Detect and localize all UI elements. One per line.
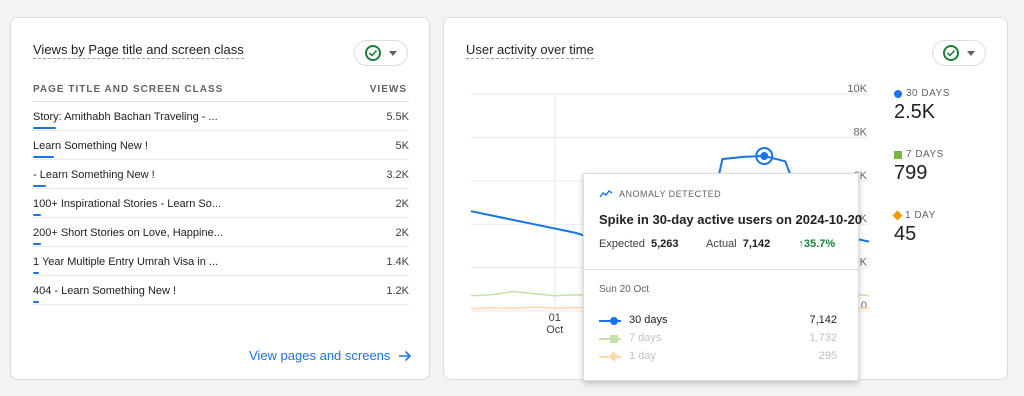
highlight-point[interactable]: [760, 152, 769, 161]
series-marker-icon: [599, 335, 621, 343]
row-views-value: 5K: [395, 140, 409, 152]
change-badge: ↑35.7%: [798, 238, 836, 250]
tooltip-series-name: 7 days: [629, 332, 662, 344]
column-header-page[interactable]: PAGE TITLE AND SCREEN CLASS: [33, 84, 223, 95]
sparkline-icon: [599, 190, 613, 198]
y-tick-label: 10K: [847, 83, 867, 95]
row-views-bar: [33, 185, 47, 187]
y-tick-label: 8K: [854, 126, 868, 138]
legend-7-days: 7 DAYS 799: [894, 149, 944, 185]
dot-icon: [894, 89, 902, 98]
legend-1-day-label: 1 DAY: [905, 210, 936, 221]
row-views-bar: [33, 301, 39, 303]
views-status-dropdown[interactable]: [354, 40, 408, 66]
anomaly-stats: Expected 5,263 Actual 7,142 ↑35.7%: [599, 238, 835, 250]
anomaly-header: ANOMALY DETECTED: [599, 189, 721, 199]
row-views-value: 1.4K: [386, 256, 409, 268]
series-marker-icon: [599, 317, 621, 325]
tooltip-series-value: 1,732: [809, 332, 837, 344]
table-row[interactable]: Learn Something New ! 5K: [33, 131, 409, 160]
row-views-value: 5.5K: [386, 111, 409, 123]
legend-30-days-value: 2.5K: [894, 101, 936, 123]
diamond-icon: [892, 210, 903, 221]
expected-value: 5,263: [651, 238, 679, 250]
x-tick-label: Oct: [546, 324, 563, 336]
row-views-value: 2K: [395, 198, 409, 210]
table-row[interactable]: Story: Amithabh Bachan Traveling - ... 5.…: [33, 102, 409, 131]
row-views-bar: [33, 214, 42, 216]
legend-30-days: 30 DAYS 2.5K: [894, 88, 950, 124]
actual-label: Actual: [706, 238, 737, 250]
row-views-bar: [33, 243, 42, 245]
legend-1-day-value: 45: [894, 223, 917, 245]
tooltip-series-row: 1 day 295: [599, 349, 849, 365]
series-marker-icon: [599, 352, 621, 362]
tooltip-series-value: 7,142: [809, 314, 837, 326]
tooltip-series-row: 30 days 7,142: [599, 313, 849, 329]
row-page-title[interactable]: 100+ Inspirational Stories - Learn So...: [33, 198, 221, 210]
row-page-title[interactable]: - Learn Something New !: [33, 169, 155, 181]
row-page-title[interactable]: 200+ Short Stories on Love, Happine...: [33, 227, 223, 239]
row-page-title[interactable]: 404 - Learn Something New !: [33, 285, 176, 297]
chevron-down-icon: [389, 50, 397, 56]
tooltip-series-name: 1 day: [629, 350, 656, 362]
table-row[interactable]: 200+ Short Stories on Love, Happine... 2K: [33, 218, 409, 247]
view-pages-link[interactable]: View pages and screens: [249, 348, 412, 363]
square-icon: [894, 150, 902, 159]
table-row[interactable]: - Learn Something New ! 3.2K: [33, 160, 409, 189]
tooltip-series-row: 7 days 1,732: [599, 331, 849, 347]
views-by-page-card: Views by Page title and screen class PAG…: [10, 17, 430, 380]
row-views-bar: [33, 127, 56, 129]
x-tick-label: 01: [549, 312, 561, 324]
row-views-bar: [33, 156, 54, 158]
tooltip-series-value: 295: [818, 350, 837, 362]
tooltip-divider: [584, 269, 858, 270]
row-views-value: 1.2K: [386, 285, 409, 297]
arrow-right-icon: [399, 350, 412, 361]
row-views-value: 2K: [395, 227, 409, 239]
check-circle-icon: [365, 45, 381, 61]
y-tick-label: 0: [861, 300, 867, 312]
legend-7-days-value: 799: [894, 162, 928, 184]
row-page-title[interactable]: 1 Year Multiple Entry Umrah Visa in ...: [33, 256, 218, 268]
expected-label: Expected: [599, 238, 645, 250]
anomaly-tooltip: ANOMALY DETECTED Spike in 30-day active …: [583, 173, 863, 381]
anomaly-title: Spike in 30-day active users on 2024-10-…: [599, 212, 863, 227]
anomaly-label: ANOMALY DETECTED: [619, 189, 722, 199]
table-row[interactable]: 404 - Learn Something New ! 1.2K: [33, 276, 409, 305]
view-pages-link-label[interactable]: View pages and screens: [249, 348, 390, 363]
row-page-title[interactable]: Story: Amithabh Bachan Traveling - ...: [33, 111, 218, 123]
table-row[interactable]: 100+ Inspirational Stories - Learn So...…: [33, 189, 409, 218]
legend-30-days-label: 30 DAYS: [906, 88, 950, 99]
legend-1-day: 1 DAY 45: [892, 210, 936, 246]
row-views-value: 3.2K: [386, 169, 409, 181]
views-card-title[interactable]: Views by Page title and screen class: [33, 42, 244, 59]
actual-value: 7,142: [742, 238, 771, 250]
tooltip-series-name: 30 days: [629, 314, 668, 326]
row-page-title[interactable]: Learn Something New !: [33, 140, 148, 152]
tooltip-date: Sun 20 Oct: [599, 284, 650, 295]
legend-7-days-label: 7 DAYS: [906, 149, 944, 160]
table-row[interactable]: 1 Year Multiple Entry Umrah Visa in ... 1…: [33, 247, 409, 276]
column-header-views[interactable]: VIEWS: [370, 84, 407, 95]
row-views-bar: [33, 272, 40, 274]
